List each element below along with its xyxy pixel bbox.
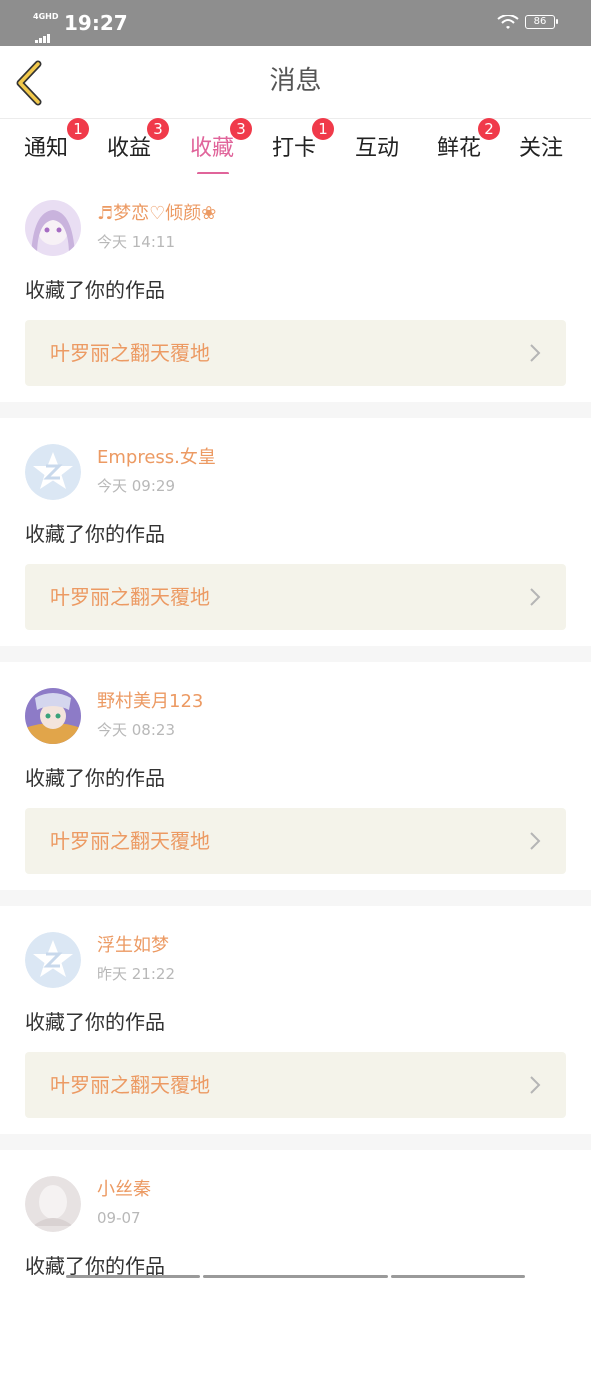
username[interactable]: 小丝秦 [97, 1178, 151, 1202]
message-card: Empress.女皇 今天 09:29 收藏了你的作品 叶罗丽之翻天覆地 [0, 418, 591, 646]
tab-earnings[interactable]: 收益 3 [107, 118, 169, 174]
tab-label: 鲜花 [437, 136, 482, 161]
tab-label: 收益 [107, 136, 152, 161]
grey-portrait-avatar-icon [25, 1176, 81, 1232]
unread-badge: 3 [147, 118, 169, 140]
tab-label: 关注 [519, 136, 564, 161]
anime-character-avatar-icon [25, 688, 81, 744]
work-title: 叶罗丽之翻天覆地 [50, 1073, 210, 1097]
status-bar: 4GHD 19:27 86 [0, 0, 591, 46]
chevron-right-icon [530, 832, 541, 850]
message-card: 小丝秦 09-07 收藏了你的作品 [0, 1150, 591, 1378]
work-link[interactable]: 叶罗丽之翻天覆地 [25, 564, 566, 630]
battery-icon: 86 [525, 15, 558, 29]
avatar[interactable] [25, 200, 81, 256]
timestamp: 09-07 [97, 1209, 141, 1227]
timestamp: 今天 08:23 [97, 721, 175, 739]
default-star-avatar-icon [25, 444, 81, 500]
action-text: 收藏了你的作品 [25, 522, 165, 546]
card-divider [0, 890, 591, 906]
tab-interaction[interactable]: 互动 [355, 126, 405, 174]
username[interactable]: 野村美月123 [97, 690, 203, 714]
card-divider [0, 1134, 591, 1150]
username[interactable]: Empress.女皇 [97, 446, 216, 470]
avatar[interactable] [25, 932, 81, 988]
tab-follow[interactable]: 关注 [519, 126, 569, 174]
message-card: ♬梦恋♡倾颜❀ 今天 14:11 收藏了你的作品 叶罗丽之翻天覆地 [0, 174, 591, 402]
tab-label: 通知 [24, 136, 69, 161]
work-title: 叶罗丽之翻天覆地 [50, 585, 210, 609]
unread-badge: 1 [67, 118, 89, 140]
tab-label: 打卡 [272, 136, 317, 161]
gesture-bar [0, 1274, 591, 1280]
work-link[interactable]: 叶罗丽之翻天覆地 [25, 808, 566, 874]
app-header: 消息 [0, 46, 591, 119]
timestamp: 今天 14:11 [97, 233, 175, 251]
cellular-signal-icon: 4GHD [33, 12, 59, 43]
tab-bar: 通知 1 收益 3 收藏 3 打卡 1 互动 鲜花 2 关注 [0, 118, 591, 175]
username[interactable]: 浮生如梦 [97, 934, 169, 958]
unread-badge: 3 [230, 118, 252, 140]
avatar[interactable] [25, 1176, 81, 1232]
tab-label: 收藏 [190, 136, 235, 161]
work-link[interactable]: 叶罗丽之翻天覆地 [25, 320, 566, 386]
work-title: 叶罗丽之翻天覆地 [50, 341, 210, 365]
card-divider [0, 402, 591, 418]
work-title: 叶罗丽之翻天覆地 [50, 829, 210, 853]
action-text: 收藏了你的作品 [25, 278, 165, 302]
message-card: 浮生如梦 昨天 21:22 收藏了你的作品 叶罗丽之翻天覆地 [0, 906, 591, 1134]
anime-girl-avatar-icon [25, 200, 81, 256]
network-type: 4GHD [33, 12, 59, 21]
wifi-icon [497, 15, 519, 29]
action-text: 收藏了你的作品 [25, 766, 165, 790]
message-card: 野村美月123 今天 08:23 收藏了你的作品 叶罗丽之翻天覆地 [0, 662, 591, 890]
unread-badge: 1 [312, 118, 334, 140]
action-text: 收藏了你的作品 [25, 1010, 165, 1034]
tab-notice[interactable]: 通知 1 [24, 118, 89, 174]
username[interactable]: ♬梦恋♡倾颜❀ [97, 202, 216, 226]
tab-label: 互动 [355, 136, 400, 161]
tab-favorites[interactable]: 收藏 3 [190, 118, 252, 175]
default-star-avatar-icon [25, 932, 81, 988]
unread-badge: 2 [478, 118, 500, 140]
timestamp: 今天 09:29 [97, 477, 175, 495]
chevron-right-icon [530, 588, 541, 606]
chevron-right-icon [530, 344, 541, 362]
tab-checkin[interactable]: 打卡 1 [272, 118, 334, 174]
work-link[interactable]: 叶罗丽之翻天覆地 [25, 1052, 566, 1118]
status-time: 19:27 [64, 11, 128, 35]
card-divider [0, 646, 591, 662]
page-title: 消息 [269, 66, 322, 96]
avatar[interactable] [25, 444, 81, 500]
timestamp: 昨天 21:22 [97, 965, 175, 983]
avatar[interactable] [25, 688, 81, 744]
tab-flowers[interactable]: 鲜花 2 [437, 118, 500, 174]
chevron-right-icon [530, 1076, 541, 1094]
